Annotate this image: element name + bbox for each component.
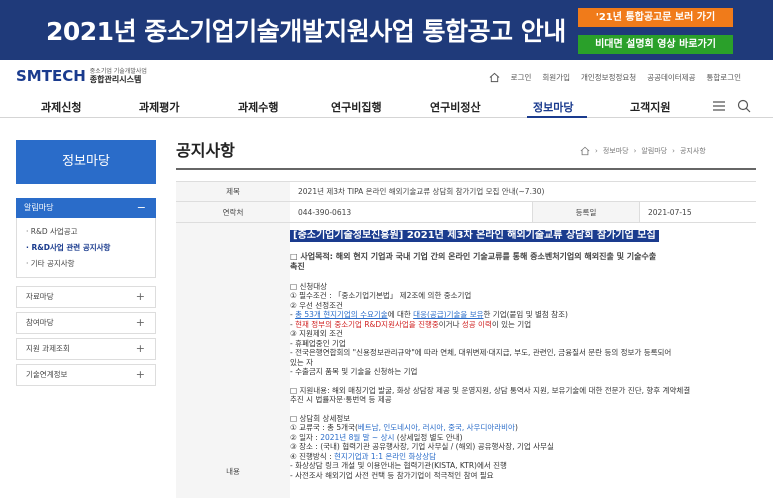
target-line: - 휴폐업중인 기업: [290, 338, 346, 348]
nav-support[interactable]: 고객지원: [630, 99, 670, 115]
integrated-login-link[interactable]: 통합로그인: [707, 72, 742, 83]
logo-sub: 중소기업 기술개발사업 종합관리시스템: [90, 68, 147, 84]
banner-title: 2021년 중소기업기술개발지원사업 통합공고 안내: [46, 17, 566, 46]
detail-line: ① 교류국 : 총 5개국(베트남, 인도네시아, 러시아, 중국, 사우디아라…: [290, 423, 518, 432]
sidebar-item-label: 알림마당: [24, 203, 54, 212]
nav-info[interactable]: 정보마당: [533, 99, 573, 115]
video-briefing-button[interactable]: 비대면 설명회 영상 바로가기: [578, 35, 733, 54]
contact-label: 연락처: [176, 202, 290, 222]
search-icon[interactable]: [737, 99, 751, 113]
contact-value: 044-390-0613: [298, 207, 352, 217]
privacy-request-link[interactable]: 개인정보정정요청: [581, 72, 636, 83]
expand-icon: +: [135, 368, 145, 381]
page-title: 공지사항: [176, 141, 235, 160]
target-line: 있는 자: [290, 357, 314, 367]
row-contact: 연락처 044-390-0613 등록일 2021-07-15: [176, 202, 756, 223]
nav-expense[interactable]: 연구비집행: [331, 99, 382, 115]
sidebar-item-resources[interactable]: 자료마당 +: [16, 286, 156, 308]
content-label: 내용: [176, 223, 290, 498]
subject-value: 2021년 제3차 TIPA 온라인 해외기술교류 상담회 참가기업 모집 안내…: [298, 187, 545, 196]
menu-icon[interactable]: [713, 101, 725, 111]
login-link[interactable]: 로그인: [511, 72, 532, 83]
submenu-rnd-announce[interactable]: · R&D 사업공고: [26, 224, 155, 240]
detail-line: ④ 진행방식 : 현지기업과 1:1 온라인 화상상담: [290, 451, 437, 461]
date-value: 2021-07-15: [648, 207, 692, 217]
detail-line: - 화상상담 링크 개설 및 이용안내는 협력기관(KISTA, KTR)에서 …: [290, 461, 507, 470]
detail-line: ② 일자 : 2021년 8월 말 ~ 상시 (상세일정 별도 안내): [290, 432, 463, 442]
sidebar-item-notice[interactable]: 알림마당 −: [16, 198, 156, 218]
detail-line: ③ 장소 : (국내) 협력기관 공유행사장, 기업 사무실 / (해외) 공유…: [290, 442, 554, 451]
breadcrumb-item[interactable]: 정보마당: [603, 146, 629, 156]
signup-link[interactable]: 회원가입: [542, 72, 570, 83]
nav-evaluation[interactable]: 과제평가: [139, 99, 179, 115]
home-icon[interactable]: [580, 146, 590, 156]
support-line: □ 지원내용: 해외 매칭기업 발굴, 화상 상담장 제공 및 운영지원, 상담…: [290, 385, 691, 395]
sidebar-item-label: 자료마당: [26, 292, 54, 301]
target-line: ② 우선 선정조건: [290, 300, 343, 310]
submenu-rnd-notice[interactable]: · R&D사업 관련 공지사항: [26, 240, 155, 256]
support-line: 추진 시 법률자문·통번역 등 제공: [290, 395, 392, 404]
chevron-right-icon: ›: [633, 147, 637, 155]
expand-icon: +: [135, 342, 145, 355]
home-icon[interactable]: [489, 72, 500, 83]
main-nav: 과제신청 과제평가 과제수행 연구비집행 연구비정산 정보마당 고객지원: [0, 96, 773, 118]
date-label: 등록일: [532, 202, 640, 222]
sidebar-item-label: 기술연계정보: [26, 370, 68, 379]
target-line: ③ 지원제외 조건: [290, 329, 343, 338]
public-data-link[interactable]: 공공데이터제공: [647, 72, 695, 83]
chevron-right-icon: ›: [595, 147, 598, 155]
collapse-icon: −: [136, 201, 146, 214]
sidebar-item-tech-link[interactable]: 기술연계정보 +: [16, 364, 156, 386]
purpose-line: 촉진: [290, 261, 305, 271]
title-divider: [176, 168, 756, 170]
purpose-line: □ 사업목적: 해외 현지 기업과 국내 기업 간의 온라인 기술교류를 통해 …: [290, 251, 657, 261]
nav-execution[interactable]: 과제수행: [238, 99, 278, 115]
target-line: - 수출금지 품목 및 기술을 신청하는 기업: [290, 367, 418, 376]
sidebar-item-participation[interactable]: 참여마당 +: [16, 312, 156, 334]
row-subject: 제목 2021년 제3차 TIPA 온라인 해외기술교류 상담회 참가기업 모집…: [176, 181, 756, 202]
notice-doc-button[interactable]: '21년 통합공고문 보러 가기: [578, 8, 733, 27]
target-line: - 전국은행연합회의 "신용정보관리규약"에 따라 연체, 대위변제·대지급, …: [290, 348, 672, 357]
nav-apply[interactable]: 과제신청: [41, 99, 81, 115]
site-header: SMTECH 중소기업 기술개발사업 종합관리시스템 로그인 회원가입 개인정보…: [0, 60, 773, 118]
submenu-other-notice[interactable]: · 기타 공지사항: [26, 256, 155, 272]
target-heading: □ 신청대상: [290, 281, 328, 291]
sidebar-title: 정보마당: [16, 140, 156, 184]
notice-headline: [중소기업기술정보진흥원] 2021년 제3차 온라인 해외기술교류 상담회 참…: [290, 230, 659, 242]
breadcrumb-item: 공지사항: [679, 147, 706, 155]
breadcrumb-item[interactable]: 알림마당: [641, 146, 667, 156]
sidebar-item-project-search[interactable]: 지원 과제조회 +: [16, 338, 156, 360]
logo-sub-line2: 종합관리시스템: [89, 75, 142, 84]
target-line: - 총 53개 현지기업의 수요기술에 대한 대응(공급)기술을 보유한 기업(…: [290, 310, 568, 319]
sidebar-item-label: 참여마당: [26, 318, 54, 327]
active-nav-indicator: [527, 116, 587, 118]
notice-body: [중소기업기술정보진흥원] 2021년 제3차 온라인 해외기술교류 상담회 참…: [290, 228, 750, 498]
logo-main: SMTECH: [16, 67, 86, 85]
top-banner: 2021년 중소기업기술개발지원사업 통합공고 안내 '21년 통합공고문 보러…: [0, 0, 773, 60]
nav-settlement[interactable]: 연구비정산: [430, 99, 481, 115]
logo[interactable]: SMTECH 중소기업 기술개발사업 종합관리시스템: [16, 67, 147, 85]
sidebar-item-label: 지원 과제조회: [26, 344, 70, 353]
target-line: ① 필수조건 : 「중소기업기본법」 제2조에 의한 중소기업: [290, 291, 472, 300]
detail-line: - 사전조사 해외기업 사전 컨택 등 참가기업이 적극적인 참여 필요: [290, 470, 494, 480]
breadcrumb: › 정보마당 › 알림마당 › 공지사항: [580, 146, 706, 156]
sidebar-submenu: · R&D 사업공고 · R&D사업 관련 공지사항 · 기타 공지사항: [16, 218, 156, 278]
target-line: - 현재 정부의 중소기업 R&D지원사업을 진행중이거나 성공 이력이 있는 …: [290, 319, 532, 329]
subject-label: 제목: [176, 182, 290, 201]
chevron-right-icon: ›: [672, 147, 675, 155]
detail-heading: □ 상담회 상세정보: [290, 413, 351, 423]
expand-icon: +: [135, 316, 145, 329]
expand-icon: +: [135, 290, 145, 303]
utility-nav: 로그인 회원가입 개인정보정정요청 공공데이터제공 통합로그인: [489, 72, 741, 83]
